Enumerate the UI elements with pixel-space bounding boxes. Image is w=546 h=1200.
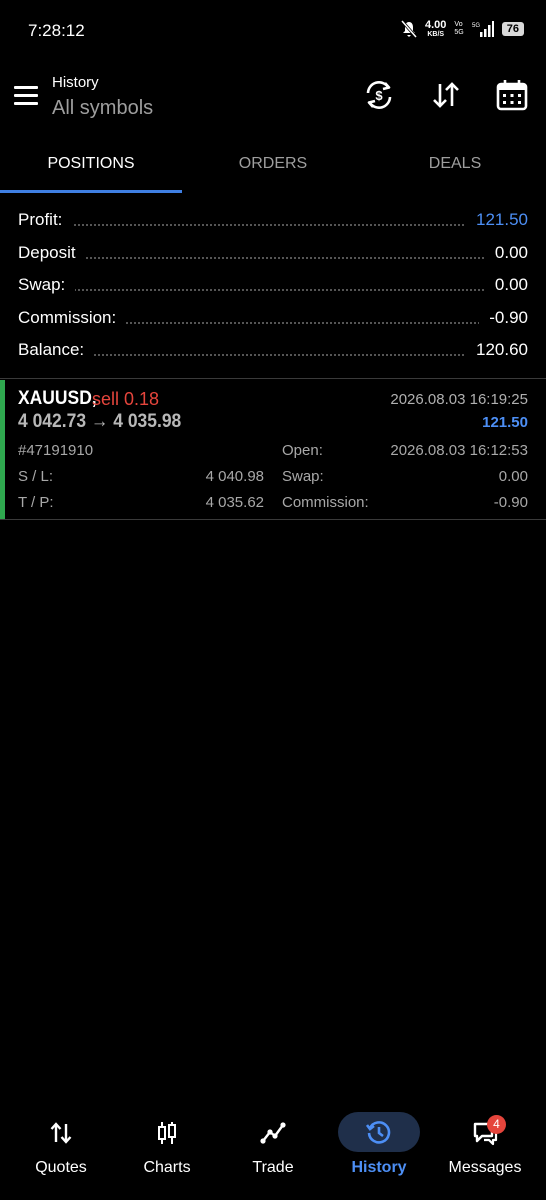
quotes-arrows-icon xyxy=(50,1122,72,1144)
commission-value: -0.90 xyxy=(493,494,528,511)
summary-commission-value: -0.90 xyxy=(479,307,528,328)
summary-label: Profit: xyxy=(18,210,73,230)
position-ticket: #47191910 xyxy=(18,442,94,459)
history-tabs: POSITIONS ORDERS DEALS xyxy=(0,140,546,194)
summary-profit-row: Profit: 121.50 xyxy=(18,205,528,238)
messages-badge: 4 xyxy=(487,1115,506,1134)
history-summary: Profit: 121.50 Deposit 0.00 Swap: 0.00 C… xyxy=(0,205,546,368)
bell-muted-icon xyxy=(400,20,417,38)
summary-balance-row: Balance: 120.60 xyxy=(18,335,528,368)
candlestick-icon xyxy=(158,1122,176,1144)
summary-deposit-value: 0.00 xyxy=(484,242,528,263)
network-speed: 4.00 KB/S xyxy=(424,19,447,39)
sl-label: S / L: xyxy=(18,468,54,485)
summary-label: Deposit xyxy=(18,242,86,263)
tab-deals[interactable]: DEALS xyxy=(364,140,546,190)
nav-trade[interactable]: Trade xyxy=(218,1110,328,1190)
summary-label: Balance: xyxy=(18,340,95,360)
swap-value: 0.00 xyxy=(498,468,528,485)
history-clock-icon xyxy=(366,1121,391,1144)
summary-commission-row: Commission: -0.90 xyxy=(18,303,528,336)
tp-label: T / P: xyxy=(18,494,54,511)
trade-line-icon xyxy=(260,1122,286,1144)
position-side: sell 0.18 xyxy=(92,389,160,409)
calendar-button[interactable] xyxy=(495,78,529,112)
sl-value: 4 040.98 xyxy=(205,468,264,485)
currency-exchange-icon: $ xyxy=(366,81,392,109)
position-profit: 121.50 xyxy=(482,414,528,431)
nav-quotes[interactable]: Quotes xyxy=(6,1110,116,1190)
tab-positions[interactable]: POSITIONS xyxy=(0,140,182,190)
page-title: History xyxy=(52,74,99,91)
volte-indicator: Vo 5G xyxy=(454,21,464,36)
tab-orders[interactable]: ORDERS xyxy=(182,140,364,190)
open-label: Open: xyxy=(282,442,323,459)
open-time: 2026.08.03 16:12:53 xyxy=(390,442,528,459)
summary-profit-value: 121.50 xyxy=(466,210,528,230)
tp-value: 4 035.62 xyxy=(205,494,264,511)
currency-exchange-button[interactable]: $ xyxy=(362,78,396,112)
swap-label: Swap: xyxy=(282,468,324,485)
profit-indicator-bar xyxy=(0,380,5,519)
nav-messages[interactable]: Messages xyxy=(430,1110,540,1190)
status-time: 7:28:12 xyxy=(28,21,85,40)
nav-charts[interactable]: Charts xyxy=(112,1110,222,1190)
summary-deposit-row: Deposit 0.00 xyxy=(18,238,528,271)
commission-label: Commission: xyxy=(282,494,369,511)
symbol-filter[interactable]: All symbols xyxy=(52,97,153,120)
sort-button[interactable] xyxy=(429,78,463,112)
position-symbol: XAUUSD, xyxy=(18,388,97,409)
summary-label: Swap: xyxy=(18,275,76,295)
status-icons: 4.00 KB/S Vo 5G 5G 76 xyxy=(400,19,524,39)
status-bar: 7:28:12 4.00 KB/S Vo 5G 5G 76 xyxy=(0,0,546,64)
active-tab-indicator xyxy=(0,190,182,193)
signal-strength-icon: 5G xyxy=(472,21,494,37)
summary-swap-row: Swap: 0.00 xyxy=(18,270,528,303)
position-close-time: 2026.08.03 16:19:25 xyxy=(390,391,528,408)
sort-arrows-icon xyxy=(433,82,459,108)
position-prices: 4 042.73 → 4 035.98 xyxy=(18,411,182,432)
app-header: History All symbols $ xyxy=(0,64,546,140)
divider xyxy=(0,519,546,520)
battery-indicator: 76 xyxy=(501,22,524,36)
hamburger-menu-icon[interactable] xyxy=(14,86,38,106)
summary-balance-value: 120.60 xyxy=(466,340,528,360)
nav-history[interactable]: History xyxy=(324,1110,434,1190)
position-item[interactable]: XAUUSD, sell 0.18 4 042.73 → 4 035.98 20… xyxy=(0,380,546,519)
summary-swap-value: 0.00 xyxy=(484,275,528,295)
svg-text:$: $ xyxy=(375,88,383,103)
svg-text:5G: 5G xyxy=(472,23,480,29)
bottom-navigation: Quotes Charts Trade History Messages 4 xyxy=(0,1100,546,1200)
divider xyxy=(0,378,546,379)
summary-label: Commission: xyxy=(18,307,127,328)
calendar-icon xyxy=(496,80,528,111)
